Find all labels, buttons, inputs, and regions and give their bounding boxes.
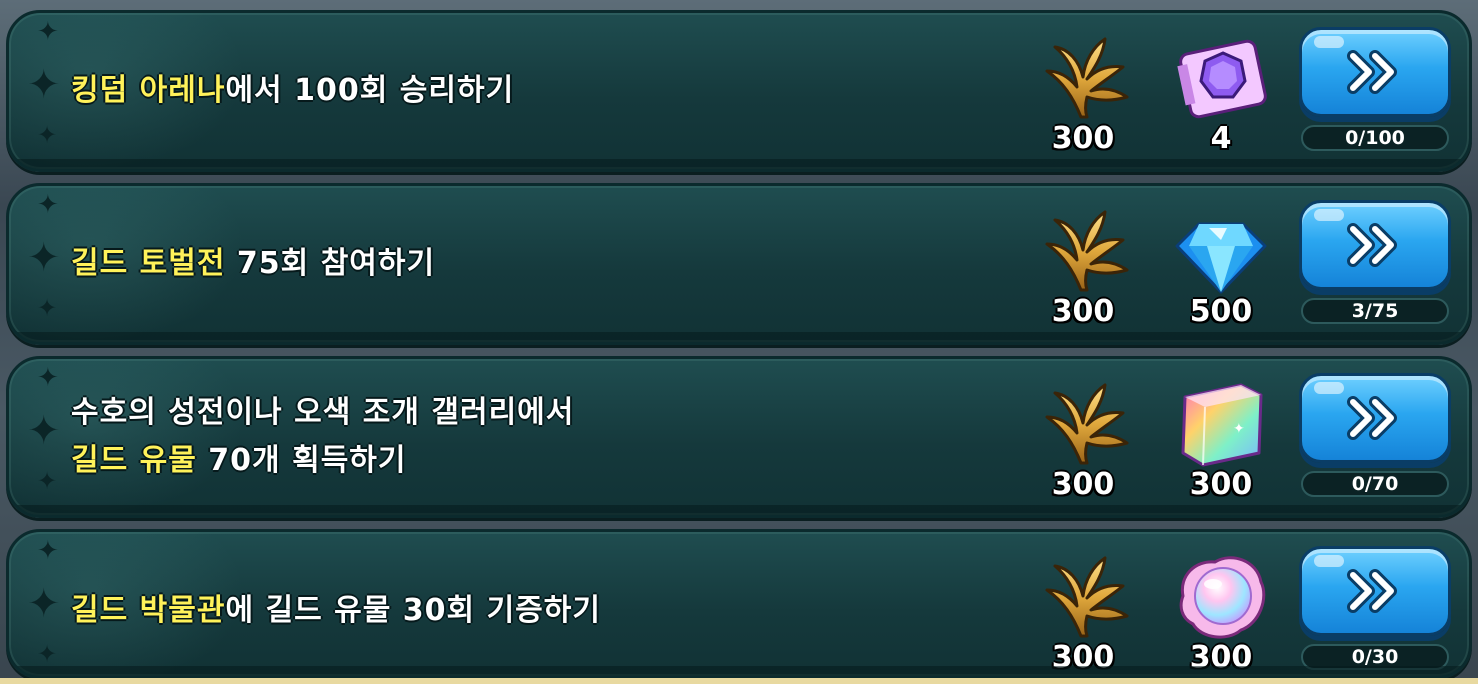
button-shine — [1314, 36, 1344, 48]
sparkle-decoration-icon: ✦ — [27, 235, 61, 281]
reward-amount: 300 — [1051, 467, 1115, 502]
mission-plain-text: 70개 획득하기 — [196, 443, 407, 478]
mission-text-line: 길드 토벌전 75회 참여하기 — [71, 240, 971, 288]
reward-slot: 300 — [1023, 200, 1143, 330]
mission-card: ✦ ✦ ✦ 수호의 성전이나 오색 조개 갤러리에서 길드 유물 70개 획득하… — [6, 356, 1472, 518]
reward-slot: 300 — [1161, 546, 1281, 676]
progress-counter: 3/75 — [1301, 298, 1449, 324]
mission-plain-text: 75회 참여하기 — [225, 246, 436, 281]
golden-laurel-icon — [1045, 556, 1129, 638]
mission-highlight-text: 킹덤 아레나 — [71, 73, 226, 108]
sparkle-decoration-icon: ✦ — [27, 581, 61, 627]
sparkle-decoration-icon: ✦ — [37, 363, 59, 393]
rainbow-pearl-icon — [1179, 556, 1266, 639]
mission-description: 수호의 성전이나 오색 조개 갤러리에서 길드 유물 70개 획득하기 — [71, 359, 971, 515]
button-shine — [1314, 555, 1344, 567]
purple-gem-ticket-icon — [1177, 39, 1267, 119]
mission-text-line: 킹덤 아레나에서 100회 승리하기 — [71, 67, 971, 115]
sparkle-decoration-icon: ✦ — [37, 190, 59, 220]
blue-crystal-icon — [1175, 222, 1267, 294]
sparkle-decoration-icon: ✦ — [37, 536, 59, 566]
reward-slot: 300 — [1023, 27, 1143, 157]
golden-laurel-icon — [1045, 210, 1129, 292]
reward-slot: 4 — [1161, 27, 1281, 157]
mission-highlight-text: 길드 토벌전 — [71, 246, 226, 281]
go-button[interactable] — [1299, 546, 1451, 636]
reward-amount: 300 — [1051, 121, 1115, 156]
sparkle-decoration-icon: ✦ — [27, 408, 61, 454]
go-button[interactable] — [1299, 373, 1451, 463]
mission-text-line: 길드 박물관에 길드 유물 30회 기증하기 — [71, 587, 971, 635]
button-shine — [1314, 382, 1344, 394]
reward-amount: 500 — [1189, 294, 1253, 329]
mission-description: 길드 토벌전 75회 참여하기 — [71, 186, 971, 342]
mission-description: 킹덤 아레나에서 100회 승리하기 — [71, 13, 971, 169]
reward-slot: 300 — [1023, 373, 1143, 503]
mission-text-line: 길드 유물 70개 획득하기 — [71, 437, 971, 485]
progress-counter: 0/30 — [1301, 644, 1449, 670]
mission-highlight-text: 길드 유물 — [71, 443, 197, 478]
sparkle-decoration-icon: ✦ — [37, 17, 59, 47]
reward-amount: 4 — [1210, 121, 1232, 156]
mission-list: ✦ ✦ ✦ 킹덤 아레나에서 100회 승리하기 300 4 0/100 ✦ ✦… — [0, 0, 1478, 684]
svg-text:✦: ✦ — [1233, 421, 1245, 437]
button-shine — [1314, 209, 1344, 221]
sparkle-decoration-icon: ✦ — [37, 294, 58, 322]
double-chevron-right-icon — [1347, 223, 1397, 267]
mission-card: ✦ ✦ ✦ 길드 박물관에 길드 유물 30회 기증하기 300 300 0/3… — [6, 529, 1472, 679]
sparkle-decoration-icon: ✦ — [37, 121, 58, 149]
reward-amount: 300 — [1189, 467, 1253, 502]
mission-highlight-text: 길드 박물관 — [71, 593, 226, 628]
mission-plain-text: 수호의 성전이나 오색 조개 갤러리에서 — [71, 395, 575, 430]
go-button[interactable] — [1299, 27, 1451, 117]
rainbow-cube-icon: ✦ — [1181, 383, 1263, 467]
reward-slot: 300 — [1023, 546, 1143, 676]
reward-slot: 500 — [1161, 200, 1281, 330]
mission-text-line: 수호의 성전이나 오색 조개 갤러리에서 — [71, 389, 971, 437]
sparkle-decoration-icon: ✦ — [27, 62, 61, 108]
reward-amount: 300 — [1051, 640, 1115, 675]
progress-counter: 0/100 — [1301, 125, 1449, 151]
reward-amount: 300 — [1189, 640, 1253, 675]
golden-laurel-icon — [1045, 37, 1129, 119]
double-chevron-right-icon — [1347, 50, 1397, 94]
progress-counter: 0/70 — [1301, 471, 1449, 497]
bottom-edge-bar — [0, 678, 1478, 684]
double-chevron-right-icon — [1347, 396, 1397, 440]
mission-card: ✦ ✦ ✦ 킹덤 아레나에서 100회 승리하기 300 4 0/100 — [6, 10, 1472, 172]
go-button[interactable] — [1299, 200, 1451, 290]
mission-plain-text: 에서 100회 승리하기 — [225, 73, 515, 108]
reward-amount: 300 — [1051, 294, 1115, 329]
sparkle-decoration-icon: ✦ — [37, 467, 58, 495]
mission-card: ✦ ✦ ✦ 길드 토벌전 75회 참여하기 300 500 3/75 — [6, 183, 1472, 345]
mission-plain-text: 에 길드 유물 30회 기증하기 — [225, 593, 601, 628]
double-chevron-right-icon — [1347, 569, 1397, 613]
sparkle-decoration-icon: ✦ — [37, 640, 58, 668]
mission-description: 길드 박물관에 길드 유물 30회 기증하기 — [71, 532, 971, 676]
reward-slot: ✦ 300 — [1161, 373, 1281, 503]
golden-laurel-icon — [1045, 383, 1129, 465]
